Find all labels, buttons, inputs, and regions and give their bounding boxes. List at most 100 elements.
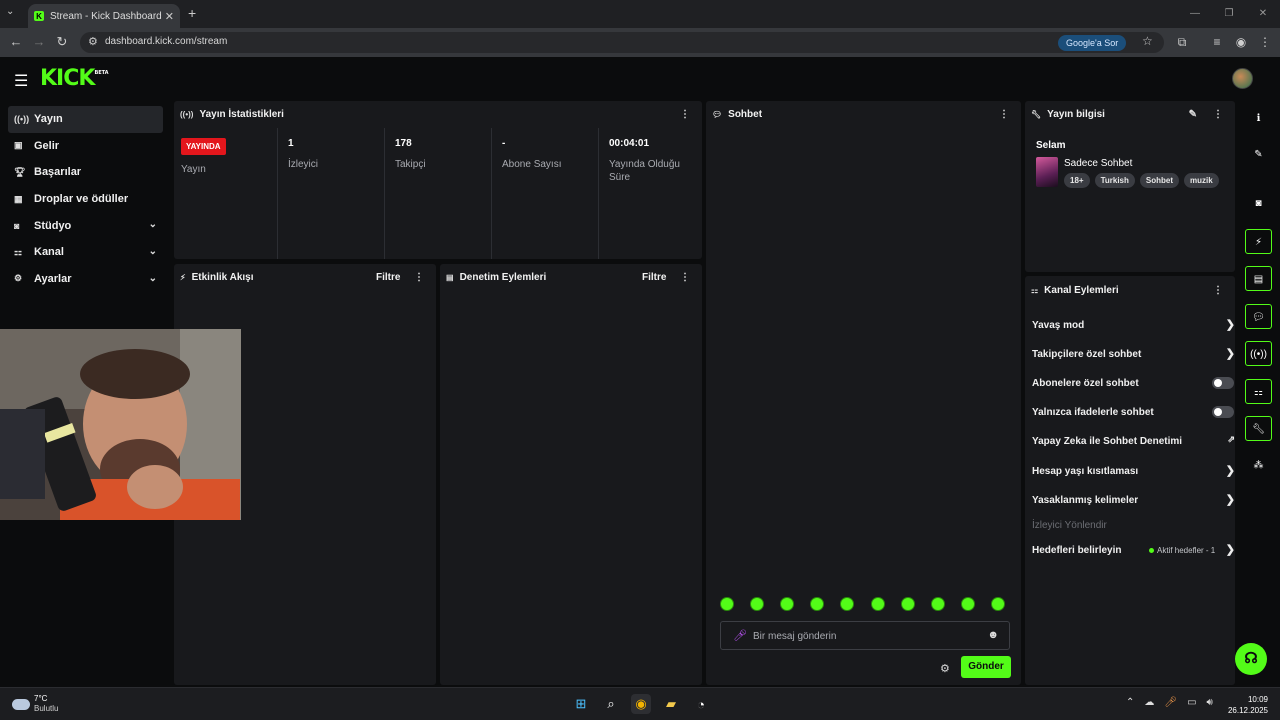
webcam-overlay [0,329,241,520]
more-options-icon[interactable]: ⋮ [680,272,690,283]
microphone-icon[interactable]: 🎤︎ [1164,697,1177,708]
emote-icon[interactable] [900,597,915,611]
filter-button[interactable]: Filtre [642,272,666,283]
google-ask-button[interactable]: Google'a Sor [1058,35,1127,51]
menu-icon[interactable]: ☰ [14,71,28,91]
wrench-icon[interactable]: 🔧︎ [1245,416,1272,441]
reload-icon[interactable]: ↻ [54,34,70,50]
channel-icon[interactable]: ⚏ [1245,379,1272,404]
forward-icon[interactable]: → [31,34,47,49]
more-options-icon[interactable]: ⋮ [1213,109,1223,120]
tab-search-icon[interactable]: ⌄ [6,6,14,17]
goals-row[interactable]: Hedefleri belirleyin Aktif hedefler - 1 … [1032,544,1235,556]
close-tab-icon[interactable]: ✕ [165,10,174,23]
document-icon[interactable]: ▤ [1245,266,1272,291]
emote-icon[interactable] [840,597,855,611]
followers-only-row[interactable]: Takipçilere özel sohbet ❯ [1032,348,1235,360]
subs-only-toggle[interactable] [1212,377,1234,389]
banned-words-row[interactable]: Yasaklanmış kelimeler ❯ [1032,494,1235,506]
edit-icon[interactable]: ✎ [1245,142,1272,167]
display-icon[interactable]: ▭ [1187,697,1196,708]
apps-icon[interactable]: ⁂ [1245,453,1272,478]
emote-icon[interactable] [870,597,885,611]
close-window-icon[interactable]: ✕ [1246,0,1280,28]
emotes-only-toggle[interactable] [1212,406,1234,418]
extensions-icon[interactable]: ⧉ [1174,35,1190,50]
volume-icon[interactable]: 🔊︎ [1207,697,1213,708]
sidebar-item-revenue[interactable]: ▣ Gelir [8,133,163,160]
bookmark-star-icon[interactable]: ☆ [1142,34,1153,48]
sidebar-item-stream[interactable]: ((•)) Yayın [8,106,163,133]
emote-icon[interactable] [810,597,825,611]
user-avatar[interactable] [1232,68,1253,89]
emote-icon[interactable] [990,597,1005,611]
chat-bubble-icon[interactable]: 💬︎ [1245,304,1272,329]
tag: muzik [1184,173,1219,188]
camera-icon[interactable]: ◙ [1245,191,1272,216]
back-icon[interactable]: ← [8,34,24,49]
stat-label: İzleyici [288,159,319,170]
new-tab-icon[interactable]: + [188,5,196,21]
browser-tab[interactable]: K Stream - Kick Dashboard ✕ [28,4,180,28]
emote-icon[interactable] [780,597,795,611]
live-badge: YAYINDA [181,138,226,155]
stat-value: 00:04:01 [609,138,650,149]
help-support-icon[interactable]: ☊ [1235,643,1267,675]
weather-temp: 7°C [34,694,48,703]
os-taskbar: 7°C Bulutlu ⊞ ⌕ ◉ ▰ ◔ ⌃ ☁ 🎤︎ ▭ 🔊︎ 10:09 … [0,687,1280,720]
sidebar-item-channel[interactable]: ⚏ Kanal ⌄ [8,239,163,266]
microphone-icon[interactable]: 🎤︎ [733,629,747,642]
chevron-up-icon[interactable]: ⌃ [1126,697,1134,708]
more-options-icon[interactable]: ⋮ [1213,285,1223,296]
panel-title: ▤ Denetim Eylemleri [446,272,547,283]
sidebar-nav: ((•)) Yayın ▣ Gelir 🏆︎ Başarılar ▦ Dropl… [8,106,163,292]
weather-widget[interactable]: 7°C Bulutlu [12,694,58,714]
emoji-icon[interactable]: ☻ [987,629,999,641]
profile-icon[interactable]: ◉ [1233,35,1249,49]
chevron-right-icon: ❯ [1225,465,1235,477]
cloud-icon [12,698,30,710]
chat-input-box[interactable]: 🎤︎ ☻ [720,621,1010,650]
goals-status: Aktif hedefler - 1 [1149,546,1215,555]
kick-logo[interactable]: KICKBETA [40,66,109,91]
search-icon[interactable]: ⌕ [601,694,621,714]
browser-menu-icon[interactable]: ⋮ [1257,35,1273,49]
chat-settings-icon[interactable]: ⚙ [940,662,950,675]
edit-icon[interactable]: ✎ [1189,109,1197,120]
chrome-icon[interactable]: ◉ [631,694,651,714]
ai-moderation-row[interactable]: Yapay Zeka ile Sohbet Denetimi ⇗ [1032,434,1235,447]
stat-label: Takipçi [395,159,426,170]
system-clock[interactable]: 10:09 26.12.2025 [1228,694,1268,716]
sidebar-item-studio[interactable]: ◙ Stüdyo ⌄ [8,212,163,239]
more-options-icon[interactable]: ⋮ [999,109,1009,120]
info-icon[interactable]: ℹ [1245,106,1272,131]
slow-mode-row[interactable]: Yavaş mod ❯ [1032,319,1235,331]
site-info-icon[interactable]: ⚙ [88,35,98,48]
address-bar[interactable]: ⚙ dashboard.kick.com/stream Google'a Sor… [80,32,1164,53]
emote-icon[interactable] [930,597,945,611]
sidebar-item-settings[interactable]: ⚙ Ayarlar ⌄ [8,266,163,293]
restore-icon[interactable]: ❐ [1212,0,1246,28]
media-controls-icon[interactable]: ≡ [1209,35,1225,49]
emote-icon[interactable] [750,597,765,611]
emote-icon[interactable] [960,597,975,611]
more-options-icon[interactable]: ⋮ [414,272,424,283]
clock-app-icon[interactable]: ◔ [691,694,711,714]
emote-icon[interactable] [720,597,734,611]
onedrive-icon[interactable]: ☁ [1144,697,1154,708]
broadcast-icon[interactable]: ((•)) [1245,341,1272,366]
account-age-row[interactable]: Hesap yaşı kısıtlaması ❯ [1032,465,1235,477]
stat-value: 178 [395,138,412,149]
minimize-icon[interactable]: — [1178,0,1212,28]
windows-start-icon[interactable]: ⊞ [571,694,591,714]
filter-button[interactable]: Filtre [376,272,400,283]
file-explorer-icon[interactable]: ▰ [661,694,681,714]
lightning-icon[interactable]: ⚡︎ [1245,229,1272,254]
chat-message-input[interactable] [753,628,973,644]
sidebar-item-achievements[interactable]: 🏆︎ Başarılar [8,159,163,186]
more-options-icon[interactable]: ⋮ [680,109,690,120]
send-button[interactable]: Gönder [961,656,1011,678]
window-controls: — ❐ ✕ [1178,0,1280,28]
sidebar-item-drops[interactable]: ▦ Droplar ve ödüller [8,186,163,213]
stat-label: Yayın [181,164,206,175]
